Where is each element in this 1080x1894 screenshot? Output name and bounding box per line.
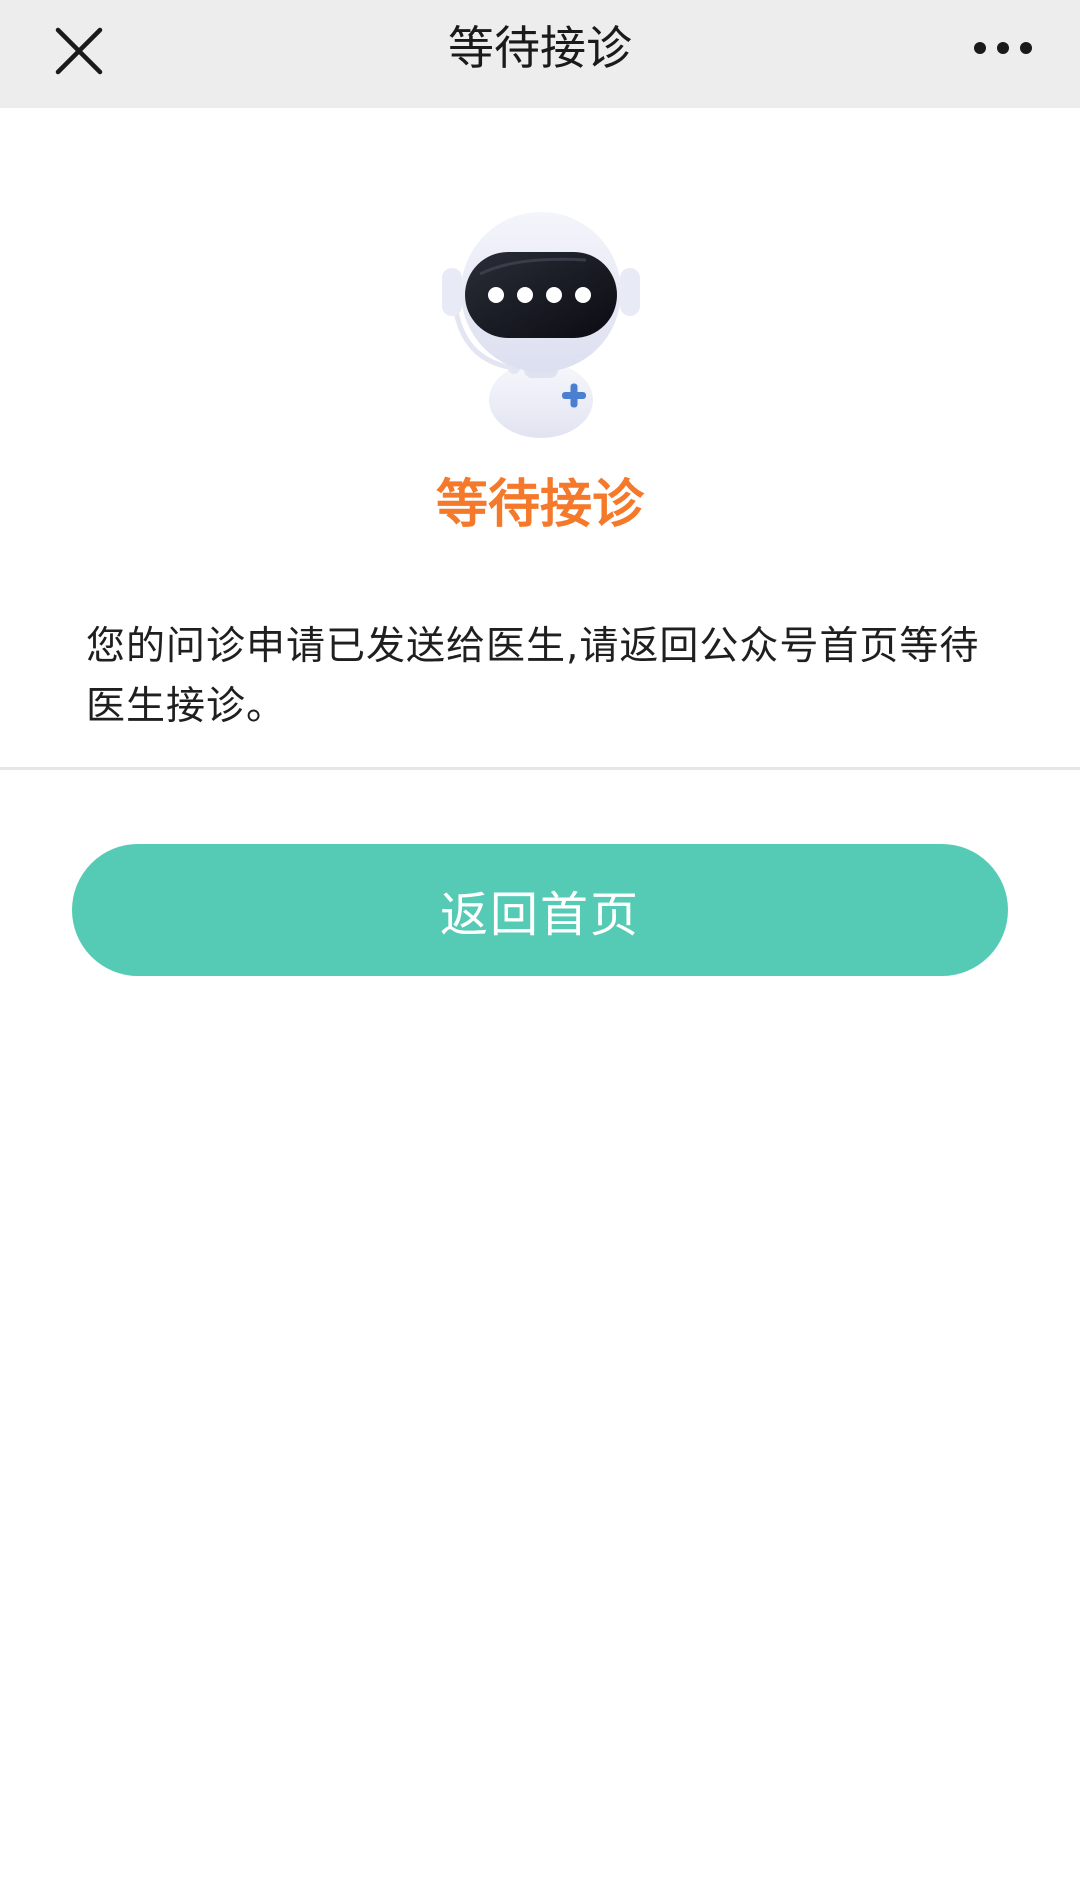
more-options-icon[interactable] xyxy=(968,30,1038,66)
status-message: 您的问诊申请已发送给医生,请返回公众号首页等待医生接诊。 xyxy=(86,624,980,729)
doctor-robot-icon xyxy=(436,210,646,440)
status-title: 等待接诊 xyxy=(435,475,644,535)
return-home-button[interactable]: 返回首页 xyxy=(72,844,1008,976)
divider xyxy=(0,767,1080,770)
top-navbar: 等待接诊 xyxy=(0,0,1080,108)
page-title: 等待接诊 xyxy=(448,21,632,75)
page: 等待接诊 等待接诊 您的问诊申请已发送给医生,请返回公众号首页等待医生接诊。 返… xyxy=(0,0,1080,1894)
